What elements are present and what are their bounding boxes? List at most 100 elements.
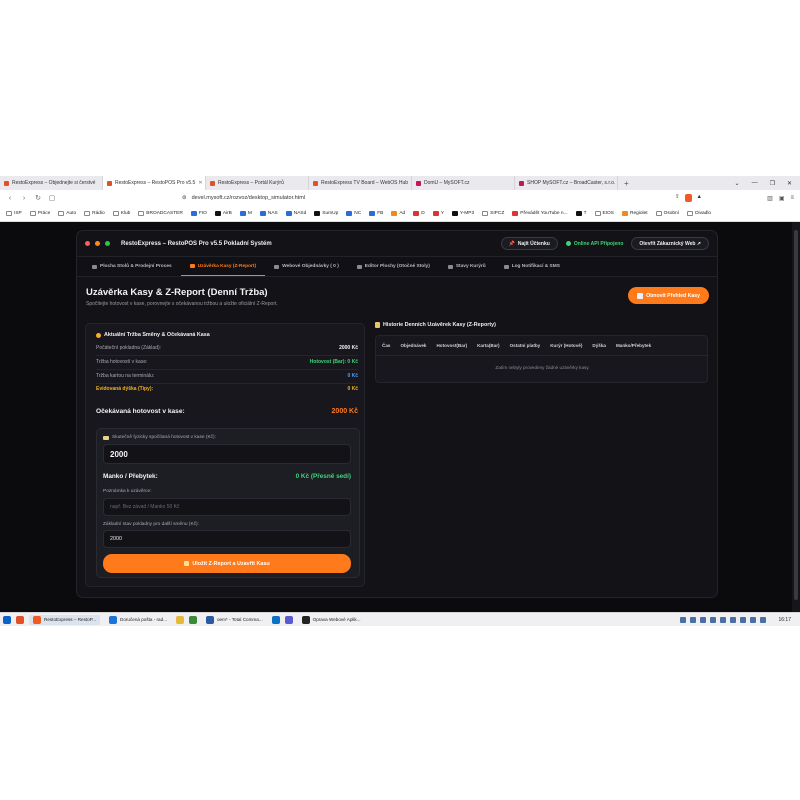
bookmark-item[interactable]: Regiolet (621, 211, 648, 216)
start-icon[interactable] (3, 615, 11, 624)
bookmark-item[interactable]: NASd (285, 211, 307, 216)
page-scrollbar[interactable] (792, 222, 800, 612)
bookmark-item[interactable]: FIO (190, 211, 207, 216)
tray-icon[interactable] (730, 616, 737, 623)
wallet-icon[interactable]: ▣ (779, 195, 785, 202)
browser-tab[interactable]: DomU – MySOFT.cz (412, 176, 515, 190)
address-bar[interactable]: ⊜ devel.mysoft.cz/rozvoz/desktop_simulat… (182, 193, 702, 204)
share-icon[interactable]: ⇪ (675, 194, 680, 202)
bookmark-item[interactable]: Osobní (655, 211, 679, 216)
row-label: Evidovaná dýška (Tipy): (96, 386, 154, 392)
bookmark-item[interactable]: FB (369, 211, 383, 216)
url-text[interactable]: devel.mysoft.cz/rozvoz/desktop_simulator… (192, 195, 305, 201)
tray-icon[interactable] (710, 616, 717, 623)
bookmark-item[interactable]: Rádio (84, 211, 105, 216)
divider (376, 355, 709, 356)
scrollbar-thumb[interactable] (794, 230, 798, 600)
bookmark-item[interactable]: Y-MP3 (451, 211, 474, 216)
minimize-icon[interactable]: — (752, 180, 758, 186)
bookmark-item[interactable]: T (575, 211, 587, 216)
bookmark-item[interactable]: M (239, 211, 252, 216)
browser-tab[interactable]: RestoExpress TV Board – WebOS Hub (309, 176, 412, 190)
forward-icon[interactable]: › (20, 195, 28, 202)
bookmark-item[interactable]: ISP (6, 211, 22, 216)
counted-cash-label-text: Skutečně fyzicky spočítaná hotovost v ka… (112, 435, 216, 440)
brave-shield-icon[interactable] (684, 194, 692, 202)
tray-icon[interactable] (700, 616, 707, 623)
close-icon[interactable]: ✕ (787, 180, 792, 187)
counted-cash-input[interactable]: 2000 (103, 444, 351, 464)
bookmark-label: NAS (267, 211, 278, 216)
tab-tables[interactable]: Plocha Stolů & Prodejní Proces (83, 257, 181, 276)
bookmark-item[interactable]: NC (346, 211, 361, 216)
column-header: Ostatní platby (509, 343, 541, 348)
tab-notification-log[interactable]: Log Notifikací & SMS (495, 257, 569, 276)
app-icon[interactable] (189, 615, 197, 624)
pin-icon: 📌 (508, 240, 515, 247)
bookmark-item[interactable]: Y (432, 211, 444, 216)
browser-tab-active[interactable]: RestoExpress – RestoPOS Pro v5.5 ✕ (103, 176, 206, 190)
ai-icon[interactable] (284, 615, 293, 624)
bookmark-item[interactable]: Práce (29, 211, 50, 216)
counted-cash-label: Skutečně fyzicky spočítaná hotovost v ka… (103, 435, 216, 440)
tray-icon[interactable] (680, 616, 687, 623)
browser-icon[interactable] (16, 615, 24, 624)
clock[interactable]: 16:17 (778, 617, 791, 623)
tray-icon[interactable] (720, 616, 727, 623)
vscode-icon[interactable] (271, 615, 280, 624)
bookmark-icon[interactable]: ▢ (48, 194, 56, 202)
taskbar-item[interactable]: Oprava Webové Aplik... (298, 615, 365, 625)
browser-tab[interactable]: RestoExpress – Portál Kurýrů (206, 176, 309, 190)
save-z-report-button[interactable]: Uložit Z-Report a Uzavřít Kasu (103, 554, 351, 573)
find-receipt-button[interactable]: 📌 Najít Účtenku (500, 237, 558, 250)
bookmark-item[interactable]: SIPCZ (482, 211, 504, 216)
wifi-icon[interactable] (750, 616, 757, 623)
favicon-icon (107, 180, 112, 186)
browser-tab[interactable]: RestoExpress – Objednejte si čerstvé (0, 176, 103, 190)
bookmark-item[interactable]: NAS (259, 211, 278, 216)
restore-icon[interactable]: ❐ (770, 180, 775, 187)
explorer-icon[interactable] (176, 615, 184, 624)
tab-web-orders[interactable]: Webové Objednávky ( 0 ) (265, 257, 348, 276)
row-label: Tržba kartou na terminálu: (96, 373, 155, 379)
tab-label: Plocha Stolů & Prodejní Proces (100, 264, 172, 269)
bookmark-item[interactable]: AirB (214, 211, 232, 216)
volume-icon[interactable] (760, 616, 767, 623)
browser-tab[interactable]: SHOP MySOFT.cz – BroadCaster, s.r.o. (515, 176, 618, 190)
bookmark-item[interactable]: D (413, 211, 425, 216)
taskbar-item[interactable]: Doručená pošta - rad... (105, 615, 171, 625)
tab-label: Stavy Kurýrů (455, 264, 486, 269)
back-icon[interactable]: ‹ (6, 195, 14, 202)
summary-title: Aktuální Tržba Směny & Očekávaná Kasa (96, 332, 210, 338)
tab-z-report[interactable]: Uzávěrka Kasy (Z-Report) (180, 257, 266, 276)
chevron-down-icon[interactable]: ⌄ (735, 180, 740, 187)
bookmark-item[interactable]: EIOS (594, 211, 614, 216)
open-customer-web-button[interactable]: Otevřít Zákaznický Web ↗ (631, 237, 709, 250)
refresh-cash-overview-button[interactable]: Obnovit Přehled Kasy (628, 287, 709, 304)
bookmark-item[interactable]: Auto (58, 211, 76, 216)
bookmark-item[interactable]: SumUp (314, 211, 338, 216)
tray-icon[interactable] (690, 616, 697, 623)
sidebar-icon[interactable]: ▥ (767, 195, 773, 202)
bookmark-item[interactable]: Převádět YouTube n... (512, 211, 568, 216)
taskbar-item[interactable]: oem* - Total Comma... (202, 615, 267, 625)
bookmark-item[interactable]: Ad (391, 211, 405, 216)
close-tab-icon[interactable]: ✕ (198, 180, 202, 186)
menu-icon[interactable]: ≡ (790, 195, 794, 201)
next-shift-base-input[interactable]: 2000 (103, 530, 351, 548)
note-input[interactable]: např. Bez závad / Manko 50 Kč (103, 498, 351, 516)
reload-icon[interactable]: ↻ (34, 194, 42, 202)
history-title: Historie Denních Uzávěrek Kasy (Z-Report… (375, 322, 496, 328)
tray-icon[interactable] (740, 616, 747, 623)
triangle-icon[interactable]: ▲ (697, 194, 702, 202)
taskbar-item[interactable]: RestoExpress – RestoP... (29, 614, 101, 625)
bookmark-item[interactable]: Divadlo (687, 211, 711, 216)
tab-couriers[interactable]: Stavy Kurýrů (439, 257, 495, 276)
bookmark-item[interactable]: BROADCASTER (138, 211, 183, 216)
new-tab-button[interactable]: + (618, 176, 635, 190)
bookmark-label: NASd (293, 211, 307, 216)
tab-floor-editor[interactable]: Editor Plochy (Otočné Stoly) (348, 257, 439, 276)
mail-icon (109, 615, 118, 624)
folder-icon (6, 211, 12, 216)
bookmark-item[interactable]: Klub (112, 211, 130, 216)
